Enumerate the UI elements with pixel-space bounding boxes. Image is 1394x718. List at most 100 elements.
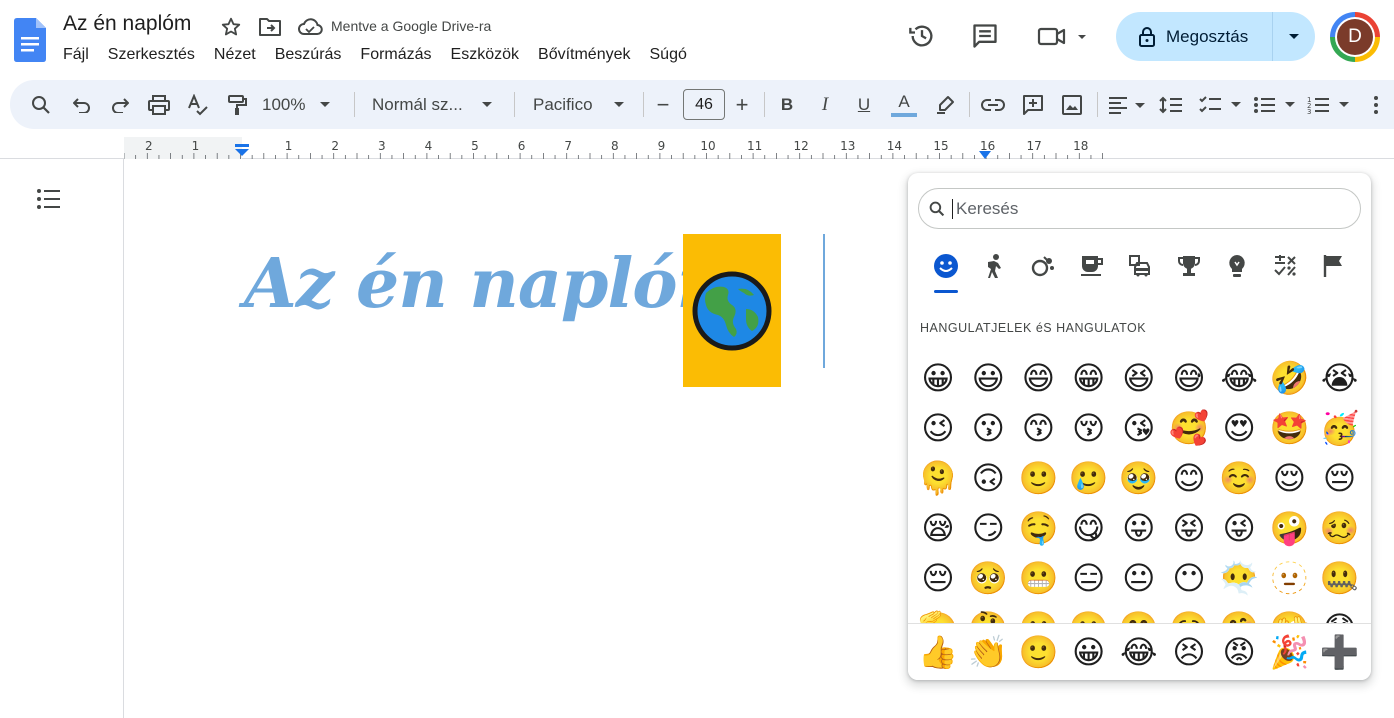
- insert-link-icon[interactable]: [980, 80, 1006, 129]
- underline-button[interactable]: U: [853, 80, 875, 129]
- emoji-button[interactable]: 🥺: [963, 553, 1013, 603]
- align-select[interactable]: [1105, 80, 1149, 129]
- menu-insert[interactable]: Beszúrás: [275, 46, 342, 64]
- numbered-list-select[interactable]: 123: [1306, 80, 1352, 129]
- tab-smileys[interactable]: [922, 253, 971, 293]
- emoji-button[interactable]: 😁: [1064, 353, 1114, 403]
- share-main-button[interactable]: Megosztás: [1116, 12, 1273, 61]
- tab-people[interactable]: [971, 253, 1020, 293]
- paint-format-icon[interactable]: [224, 80, 250, 129]
- menu-extensions[interactable]: Bővítmények: [538, 46, 630, 64]
- docs-logo-icon[interactable]: [14, 18, 46, 62]
- emoji-button[interactable]: 😝: [1164, 503, 1214, 553]
- emoji-button[interactable]: 🥹: [1114, 453, 1164, 503]
- emoji-button[interactable]: 🥱: [1164, 603, 1214, 623]
- recent-emoji-button[interactable]: 😣: [1164, 624, 1214, 680]
- font-select[interactable]: Pacifico: [533, 80, 629, 129]
- emoji-button[interactable]: 😚: [1064, 403, 1114, 453]
- font-size-input[interactable]: 46: [683, 89, 725, 120]
- menu-format[interactable]: Formázás: [360, 46, 431, 64]
- emoji-button[interactable]: 🤭: [1114, 603, 1164, 623]
- line-spacing-icon[interactable]: [1158, 80, 1184, 129]
- recent-emoji-button[interactable]: 😡: [1214, 624, 1264, 680]
- meet-icon[interactable]: [1036, 20, 1092, 52]
- decrease-font-size-button[interactable]: −: [653, 80, 673, 129]
- emoji-button[interactable]: 😬: [1013, 553, 1063, 603]
- emoji-button[interactable]: 😂: [1214, 353, 1264, 403]
- menu-view[interactable]: Nézet: [214, 46, 256, 64]
- emoji-button[interactable]: 😛: [1114, 503, 1164, 553]
- emoji-button[interactable]: 😏: [963, 503, 1013, 553]
- emoji-button[interactable]: 😊: [1164, 453, 1214, 503]
- menu-file[interactable]: Fájl: [63, 46, 89, 64]
- more-options-icon[interactable]: [1364, 80, 1388, 129]
- emoji-button[interactable]: 😭: [1315, 353, 1365, 403]
- tab-food[interactable]: [1068, 253, 1117, 293]
- emoji-button[interactable]: 🫣: [1264, 603, 1314, 623]
- tab-activities[interactable]: [1165, 253, 1214, 293]
- highlight-icon[interactable]: [933, 80, 957, 129]
- zoom-select[interactable]: 100%: [262, 80, 344, 129]
- print-icon[interactable]: [146, 80, 172, 129]
- emoji-button[interactable]: 🙃: [963, 453, 1013, 503]
- emoji-button[interactable]: 🫥: [1264, 553, 1314, 603]
- redo-icon[interactable]: [108, 80, 132, 129]
- insert-image-icon[interactable]: [1059, 80, 1085, 129]
- tab-objects[interactable]: [1213, 253, 1262, 293]
- emoji-button[interactable]: 😉: [913, 403, 963, 453]
- move-folder-icon[interactable]: [257, 15, 283, 39]
- star-icon[interactable]: [219, 15, 243, 39]
- emoji-button[interactable]: 🤩: [1264, 403, 1314, 453]
- search-menus-icon[interactable]: [28, 80, 54, 129]
- undo-icon[interactable]: [70, 80, 94, 129]
- checklist-select[interactable]: [1198, 80, 1244, 129]
- share-button[interactable]: Megosztás: [1116, 12, 1315, 61]
- recent-emoji-button[interactable]: 🙂: [1013, 624, 1063, 680]
- paragraph-style-select[interactable]: Normál sz...: [372, 80, 500, 129]
- emoji-button[interactable]: 🥲: [1064, 453, 1114, 503]
- emoji-button[interactable]: 😄: [1013, 353, 1063, 403]
- italic-button[interactable]: I: [814, 80, 836, 129]
- emoji-button[interactable]: 😔: [913, 553, 963, 603]
- emoji-button[interactable]: 🫢: [1064, 603, 1114, 623]
- recent-emoji-button[interactable]: 👍: [913, 624, 963, 680]
- emoji-button[interactable]: 😍: [1214, 403, 1264, 453]
- emoji-button[interactable]: 🤔: [963, 603, 1013, 623]
- recent-emoji-button[interactable]: 👏: [963, 624, 1013, 680]
- document-title[interactable]: Az én naplóm: [63, 12, 191, 36]
- emoji-button[interactable]: 😘: [1114, 403, 1164, 453]
- emoji-button[interactable]: 😃: [963, 353, 1013, 403]
- emoji-button[interactable]: 🫡: [913, 603, 963, 623]
- emoji-button[interactable]: 😜: [1214, 503, 1264, 553]
- bold-button[interactable]: B: [776, 80, 798, 129]
- emoji-button[interactable]: ☺️: [1214, 453, 1264, 503]
- emoji-button[interactable]: 😆: [1114, 353, 1164, 403]
- right-indent-marker[interactable]: [979, 146, 991, 165]
- increase-font-size-button[interactable]: +: [732, 80, 752, 129]
- emoji-button[interactable]: 😗: [963, 403, 1013, 453]
- recent-emoji-button[interactable]: 😂: [1114, 624, 1164, 680]
- text-color-button[interactable]: A: [889, 80, 919, 129]
- bulleted-list-select[interactable]: [1252, 80, 1298, 129]
- emoji-button[interactable]: 😑: [1064, 553, 1114, 603]
- comments-icon[interactable]: [969, 20, 1001, 52]
- emoji-button[interactable]: 😪: [913, 503, 963, 553]
- cloud-saved-icon[interactable]: [296, 15, 324, 39]
- emoji-button[interactable]: 😱: [1315, 603, 1365, 623]
- recent-emoji-button[interactable]: ➕: [1315, 624, 1365, 680]
- emoji-button[interactable]: 🥳: [1315, 403, 1365, 453]
- emoji-button[interactable]: 🥰: [1164, 403, 1214, 453]
- emoji-button[interactable]: 🤫: [1013, 603, 1063, 623]
- emoji-search-box[interactable]: [918, 188, 1361, 229]
- tab-animals[interactable]: [1019, 253, 1068, 293]
- emoji-button[interactable]: 🤣: [1264, 353, 1314, 403]
- menu-help[interactable]: Súgó: [650, 46, 687, 64]
- tab-symbols[interactable]: [1262, 253, 1311, 293]
- tab-travel[interactable]: [1116, 253, 1165, 293]
- version-history-icon[interactable]: [906, 20, 938, 52]
- tab-flags[interactable]: [1310, 253, 1359, 293]
- menu-edit[interactable]: Szerkesztés: [108, 46, 195, 64]
- emoji-button[interactable]: 😔: [1315, 453, 1365, 503]
- emoji-button[interactable]: 🫠: [913, 453, 963, 503]
- emoji-button[interactable]: 🤗: [1214, 603, 1264, 623]
